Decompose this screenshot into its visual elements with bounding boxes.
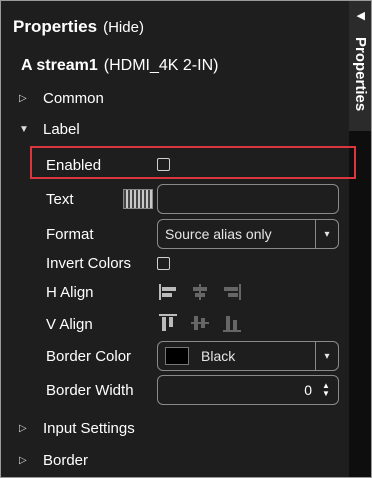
border-color-select[interactable]: Black ▾ xyxy=(157,341,339,371)
align-middle-icon[interactable] xyxy=(189,312,211,334)
enabled-label: Enabled xyxy=(46,157,102,174)
keyboard-icon[interactable] xyxy=(123,189,153,209)
enabled-checkbox[interactable] xyxy=(157,158,170,171)
invert-colors-checkbox[interactable] xyxy=(157,257,170,270)
border-color-value: Black xyxy=(201,348,236,364)
side-tab[interactable]: ◀ Properties xyxy=(349,1,371,131)
chevron-right-icon: ▷ xyxy=(19,455,27,466)
h-align-buttons xyxy=(157,281,243,303)
format-select[interactable]: Source alias only ▾ xyxy=(157,219,339,249)
chevron-right-icon: ▷ xyxy=(19,423,27,434)
h-align-label: H Align xyxy=(46,284,94,301)
section-common-label: Common xyxy=(43,90,104,107)
section-common[interactable]: ▷ Common xyxy=(19,90,104,107)
format-label: Format xyxy=(46,226,94,243)
border-width-value: 0 xyxy=(304,382,312,398)
align-left-icon[interactable] xyxy=(157,281,179,303)
section-border[interactable]: ▷ Border xyxy=(19,452,88,469)
chevron-down-icon[interactable]: ▾ xyxy=(315,342,338,370)
text-input[interactable] xyxy=(157,184,339,214)
section-label[interactable]: ▼ Label xyxy=(19,121,80,138)
v-align-label: V Align xyxy=(46,316,93,333)
align-center-icon[interactable] xyxy=(189,281,211,303)
side-strip xyxy=(349,131,371,477)
panel-header: Properties (Hide) xyxy=(13,17,144,37)
text-label: Text xyxy=(46,191,74,208)
properties-panel: ◀ Properties Properties (Hide) A stream1 (… xyxy=(0,0,372,478)
invert-colors-label: Invert Colors xyxy=(46,255,132,272)
collapse-arrow-icon[interactable]: ◀ xyxy=(357,9,365,22)
stream-title: A stream1 (HDMI_4K 2-IN) xyxy=(21,57,218,75)
border-color-label: Border Color xyxy=(46,348,132,365)
section-label-label: Label xyxy=(43,121,80,138)
side-tab-label: Properties xyxy=(352,37,369,112)
stream-source: (HDMI_4K 2-IN) xyxy=(103,57,219,74)
hide-link[interactable]: (Hide) xyxy=(103,19,144,36)
stepper-arrows-icon[interactable]: ▲ ▼ xyxy=(318,382,334,398)
v-align-buttons xyxy=(157,312,243,334)
format-select-value: Source alias only xyxy=(165,226,272,242)
chevron-down-icon: ▼ xyxy=(19,124,29,135)
section-border-label: Border xyxy=(43,452,89,469)
color-swatch xyxy=(165,347,189,365)
border-width-stepper[interactable]: 0 ▲ ▼ xyxy=(157,375,339,405)
chevron-down-icon[interactable]: ▾ xyxy=(315,220,338,248)
stream-name: A stream1 xyxy=(21,57,98,74)
panel-title: Properties xyxy=(13,17,98,36)
align-right-icon[interactable] xyxy=(221,281,243,303)
section-input-settings-label: Input Settings xyxy=(43,420,135,437)
align-top-icon[interactable] xyxy=(157,312,179,334)
border-width-label: Border Width xyxy=(46,382,134,399)
chevron-right-icon: ▷ xyxy=(19,93,27,104)
align-bottom-icon[interactable] xyxy=(221,312,243,334)
section-input-settings[interactable]: ▷ Input Settings xyxy=(19,420,135,437)
